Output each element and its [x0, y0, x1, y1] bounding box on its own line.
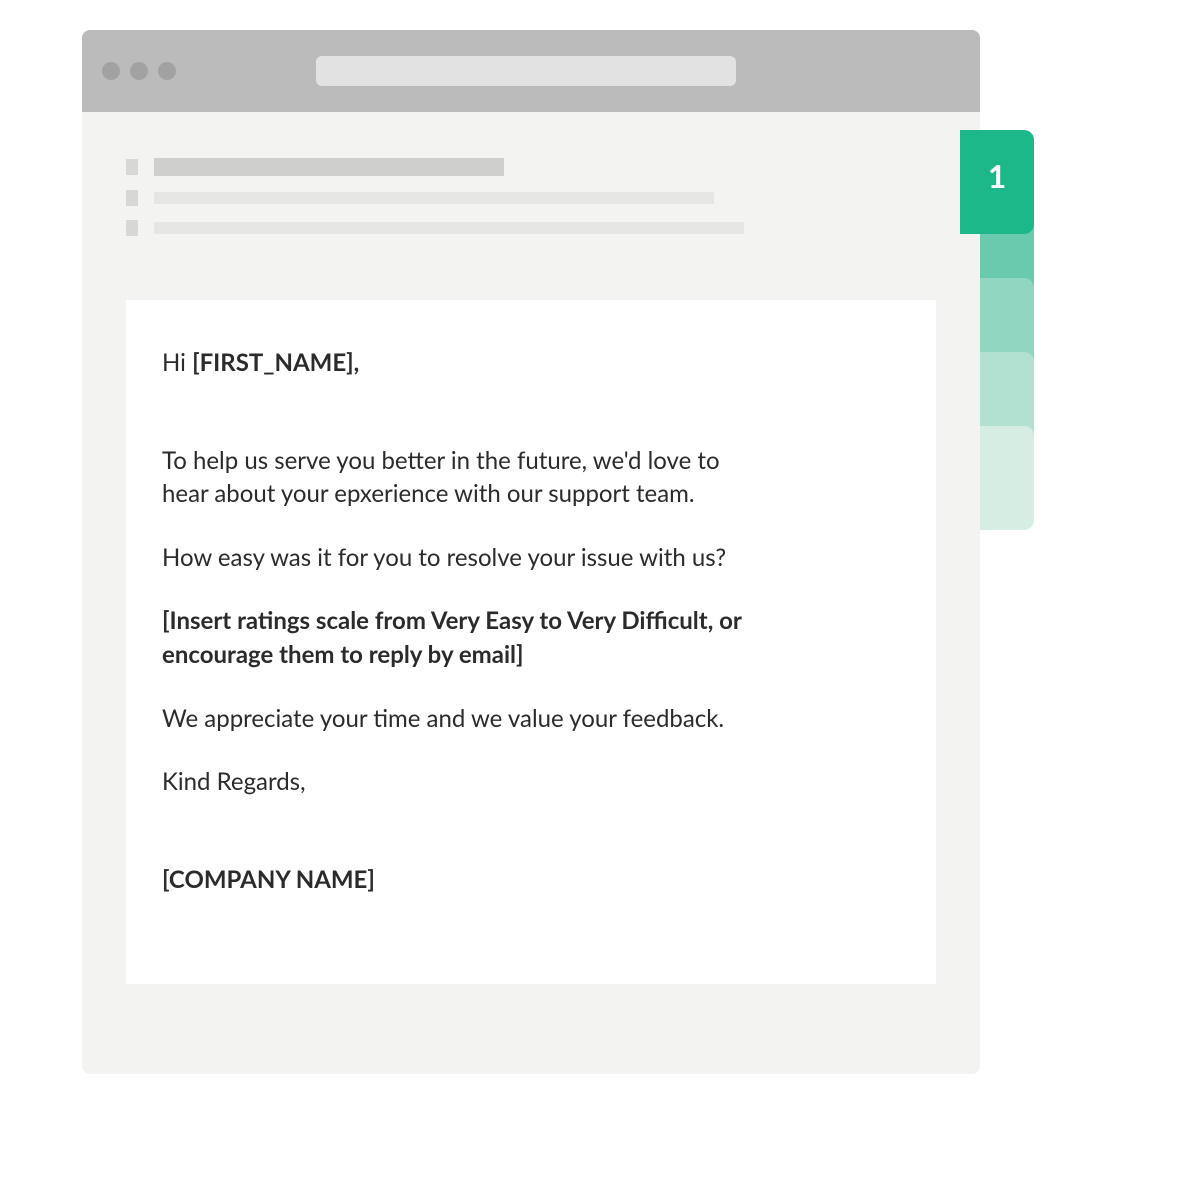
stage: 1: [0, 0, 1200, 1180]
window-dot-icon: [102, 62, 120, 80]
email-card: Hi [FIRST_NAME], To help us serve you be…: [126, 300, 936, 984]
bullet-icon: [126, 220, 138, 236]
placeholder-bar: [154, 158, 504, 176]
bullet-icon: [126, 190, 138, 206]
tab-1[interactable]: 1: [960, 130, 1034, 234]
body-paragraph-1: To help us serve you better in the futur…: [162, 444, 762, 511]
window-dot-icon: [158, 62, 176, 80]
body-paragraph-3: We appreciate your time and we value you…: [162, 702, 762, 736]
wireframe-row: [126, 158, 840, 176]
wireframe-row: [126, 220, 840, 236]
browser-window: Hi [FIRST_NAME], To help us serve you be…: [82, 30, 980, 1074]
placeholder-bar: [154, 192, 714, 204]
wireframe-header: [82, 158, 980, 236]
bullet-icon: [126, 159, 138, 175]
greeting-name: [FIRST_NAME],: [192, 348, 359, 377]
browser-body: Hi [FIRST_NAME], To help us serve you be…: [82, 112, 980, 1074]
greeting-prefix: Hi: [162, 348, 192, 377]
greeting: Hi [FIRST_NAME],: [162, 346, 762, 380]
company-name: [COMPANY NAME]: [162, 863, 762, 897]
address-bar[interactable]: [316, 56, 736, 86]
ratings-scale-placeholder: [Insert ratings scale from Very Easy to …: [162, 604, 762, 671]
placeholder-bar: [154, 222, 744, 234]
browser-titlebar: [82, 30, 980, 112]
body-paragraph-2: How easy was it for you to resolve your …: [162, 541, 762, 575]
signoff: Kind Regards,: [162, 765, 762, 799]
window-dot-icon: [130, 62, 148, 80]
wireframe-row: [126, 190, 840, 206]
tab-1-label: 1: [988, 156, 1007, 195]
